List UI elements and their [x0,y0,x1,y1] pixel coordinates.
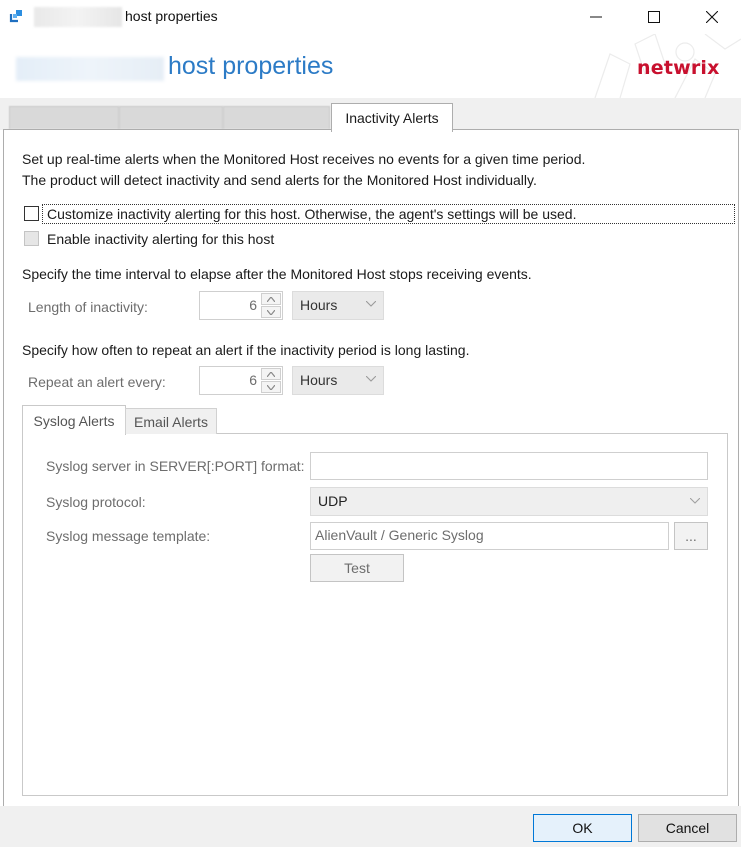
repeat-unit-value: Hours [300,372,338,388]
tab-syslog-alerts[interactable]: Syslog Alerts [22,405,126,435]
syslog-test-button[interactable]: Test [310,554,404,582]
chevron-down-icon [366,301,376,307]
tab-inactivity-alerts[interactable]: Inactivity Alerts [331,103,453,132]
repeat-increment-button[interactable] [261,368,281,380]
repeat-alert-label: Repeat an alert every: [28,374,166,390]
chevron-down-icon [267,309,275,315]
repeat-alert-spinner[interactable]: 6 [199,366,283,395]
syslog-template-label: Syslog message template: [46,528,211,544]
cancel-button[interactable]: Cancel [638,814,737,842]
syslog-template-input[interactable]: AlienVault / Generic Syslog [310,522,669,550]
intro-line-1: Set up real-time alerts when the Monitor… [22,151,586,167]
repeat-decrement-button[interactable] [261,381,281,393]
repeat-alert-value: 6 [249,372,257,388]
minimize-button[interactable] [567,0,625,34]
minimize-icon [590,16,602,18]
inactivity-increment-button[interactable] [261,293,281,305]
header-title: host properties [168,52,334,80]
redacted-host-name-header [16,57,164,81]
syslog-server-input[interactable] [310,452,708,480]
redacted-host-name [34,7,122,27]
inactivity-section-text: Specify the time interval to elapse afte… [22,266,532,282]
ok-button[interactable]: OK [533,814,632,842]
tab-email-alerts[interactable]: Email Alerts [125,408,217,434]
inactivity-length-spinner[interactable]: 6 [199,291,283,320]
enable-inactivity-label[interactable]: Enable inactivity alerting for this host [47,231,274,247]
inactivity-decrement-button[interactable] [261,306,281,318]
enable-inactivity-checkbox[interactable] [24,231,39,246]
repeat-section-text: Specify how often to repeat an alert if … [22,342,470,358]
syslog-template-browse-button[interactable]: ... [674,522,708,550]
chevron-down-icon [366,376,376,382]
close-button[interactable] [683,0,741,34]
maximize-button[interactable] [625,0,683,34]
tab-redacted-1[interactable] [9,106,119,129]
customize-checkbox[interactable] [24,206,39,221]
intro-line-2: The product will detect inactivity and s… [22,172,537,188]
close-icon [706,11,718,23]
chevron-up-icon [267,296,275,302]
inactivity-unit-select[interactable]: Hours [292,291,384,320]
syslog-protocol-select[interactable]: UDP [310,487,708,516]
syslog-server-label: Syslog server in SERVER[:PORT] format: [46,458,305,474]
inactivity-length-label: Length of inactivity: [28,299,148,315]
netwrix-logo: netwrix [637,57,720,79]
window-title: host properties [125,8,218,24]
chevron-up-icon [267,371,275,377]
chevron-down-icon [690,498,700,504]
repeat-unit-select[interactable]: Hours [292,366,384,395]
tab-redacted-2[interactable] [119,106,223,129]
syslog-protocol-label: Syslog protocol: [46,494,146,510]
app-logo-icon [9,10,22,23]
maximize-icon [648,11,660,23]
inactivity-length-value: 6 [249,297,257,313]
chevron-down-icon [267,384,275,390]
syslog-template-value: AlienVault / Generic Syslog [315,527,484,543]
tab-redacted-3[interactable] [223,106,330,129]
inactivity-unit-value: Hours [300,297,338,313]
syslog-protocol-value: UDP [318,493,348,509]
customize-label[interactable]: Customize inactivity alerting for this h… [47,206,576,222]
